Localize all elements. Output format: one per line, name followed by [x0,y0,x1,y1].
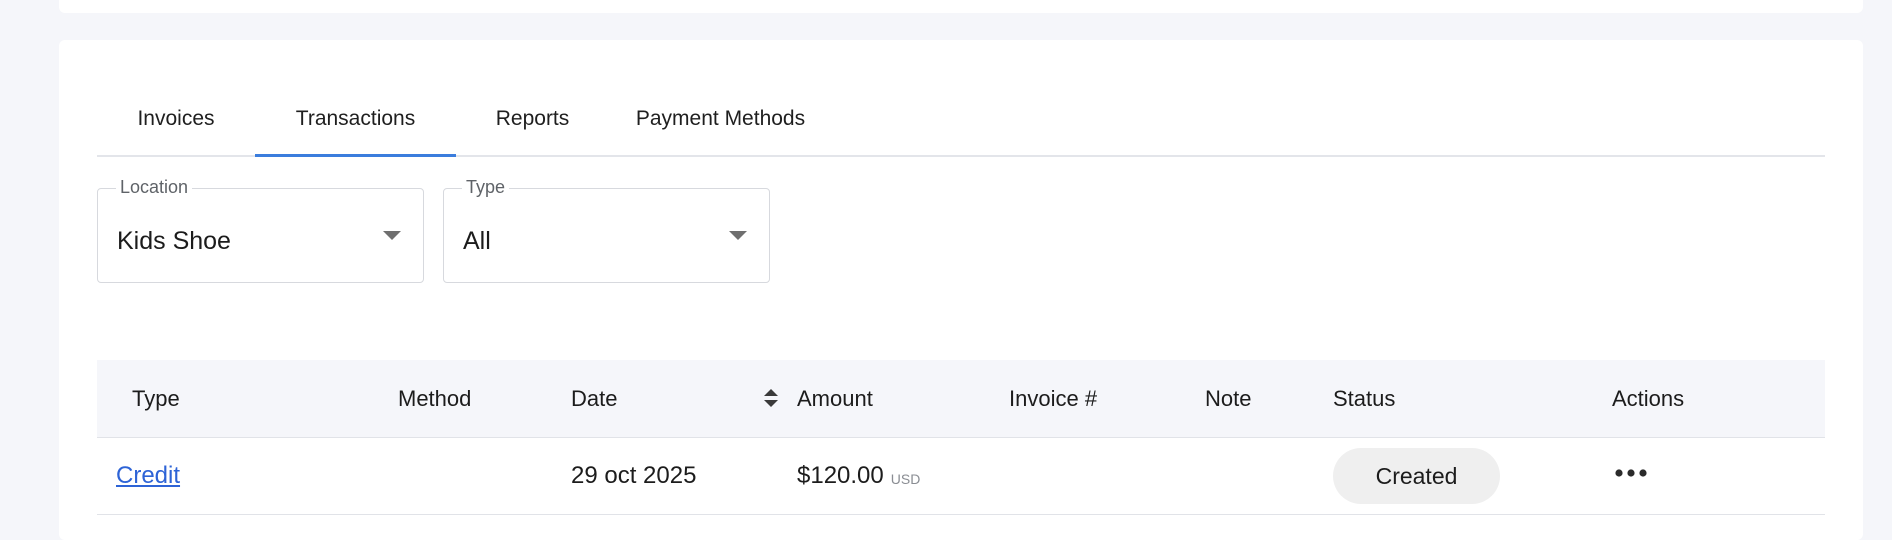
type-cell: Credit [116,438,180,514]
tab-bar: Invoices Transactions Reports Payment Me… [97,82,1825,157]
table-row: Credit 29 oct 2025 $120.00 USD Created [97,438,1825,515]
transaction-type-link[interactable]: Credit [116,462,180,490]
tab-payment-methods[interactable]: Payment Methods [609,82,832,155]
status-badge: Created [1333,448,1500,504]
date-cell: 29 oct 2025 [571,462,697,489]
type-select[interactable]: Type All [443,177,770,283]
table-header: Type Method Date Amount Invoice # Note S… [97,360,1825,438]
tab-transactions[interactable]: Transactions [255,82,456,157]
column-header-actions: Actions [1612,385,1685,411]
currency-code: USD [890,470,921,487]
location-value: Kids Shoe [117,227,231,255]
type-value: All [463,227,491,255]
amount-value: $120.00 [797,462,884,489]
location-select[interactable]: Location Kids Shoe [97,177,424,283]
column-header-date[interactable]: Date [571,360,617,437]
more-actions-icon[interactable] [1613,458,1649,488]
tab-reports[interactable]: Reports [456,82,609,155]
sort-icon[interactable] [763,388,779,413]
column-header-type: Type [132,385,180,411]
top-card [59,0,1863,13]
type-label: Type [462,177,510,198]
column-header-status: Status [1333,385,1396,411]
location-label: Location [116,177,193,198]
caret-down-icon [729,231,747,240]
column-header-amount: Amount [797,385,873,411]
column-header-invoice: Invoice # [1009,385,1098,411]
tab-invoices[interactable]: Invoices [97,82,255,155]
column-header-note: Note [1205,385,1252,411]
caret-down-icon [383,231,401,240]
column-header-method: Method [398,385,472,411]
amount-cell: $120.00 USD [797,438,920,514]
